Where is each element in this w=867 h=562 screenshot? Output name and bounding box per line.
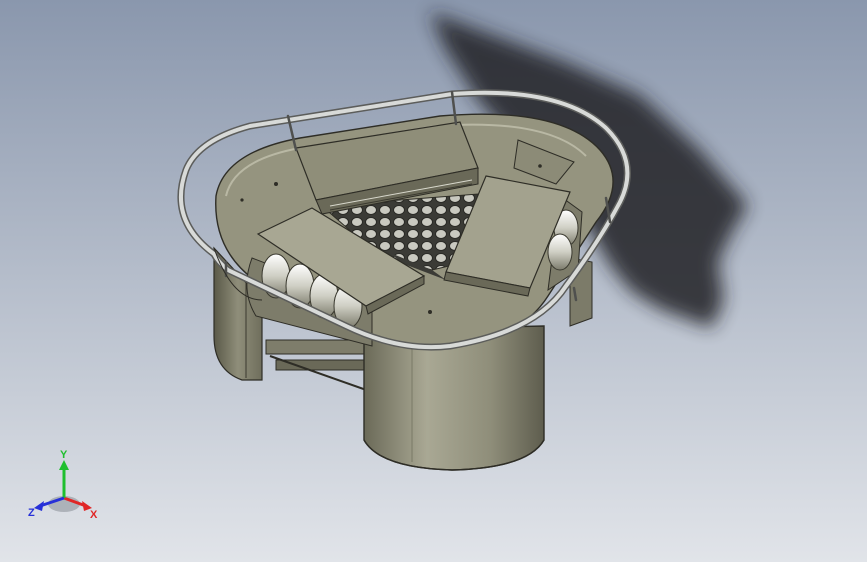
graphics-viewport[interactable]: Y X Z [0,0,867,562]
y-axis-arrow [59,460,69,470]
y-axis-label: Y [60,449,68,461]
z-axis-label: Z [28,507,35,519]
z-axis-arrow [34,501,44,511]
model-scene[interactable] [0,0,867,562]
x-axis-label: X [90,509,98,521]
orientation-triad: Y X Z [28,449,98,521]
